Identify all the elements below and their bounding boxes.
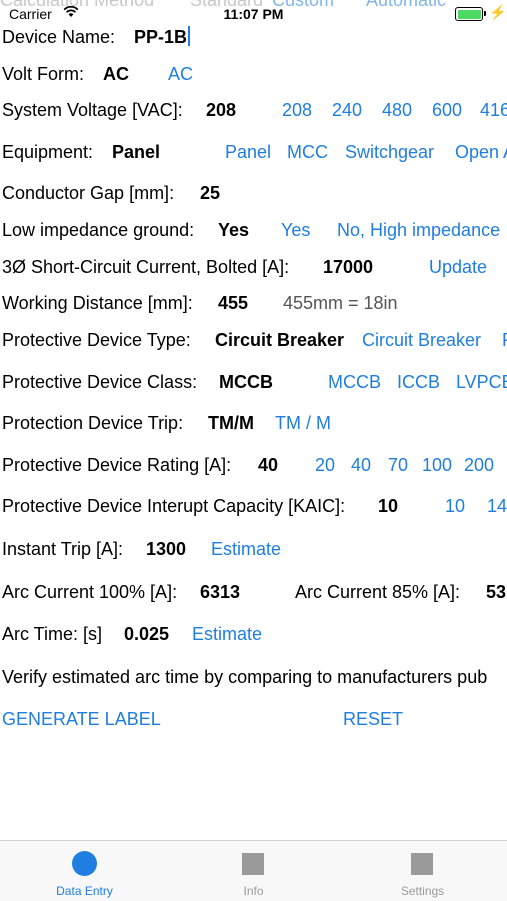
ground-option-no-high-impedance[interactable]: No, High impedance	[337, 217, 500, 243]
rating-option-100[interactable]: 100	[422, 452, 452, 478]
ground-option-yes[interactable]: Yes	[281, 217, 310, 243]
low-impedance-ground-label: Low impedance ground:	[2, 220, 195, 240]
tab-data-entry[interactable]: Data Entry	[0, 841, 169, 901]
arc-current-85-value: 53	[486, 582, 507, 602]
equipment-value: Panel	[112, 142, 161, 162]
device-class-option-mccb[interactable]: MCCB	[328, 369, 381, 395]
device-rating-label: Protective Device Rating [A]:	[2, 455, 232, 475]
volt-form-option-ac[interactable]: AC	[168, 61, 193, 87]
instant-trip-label: Instant Trip [A]:	[2, 539, 124, 559]
tab-info-label: Info	[243, 884, 264, 898]
rating-option-40[interactable]: 40	[351, 452, 371, 478]
low-impedance-ground-value: Yes	[218, 220, 250, 240]
rating-option-200[interactable]: 200	[464, 452, 494, 478]
device-class-value: MCCB	[219, 372, 273, 392]
short-circuit-update-button[interactable]: Update	[429, 254, 487, 280]
volt-form-value: AC	[103, 64, 129, 84]
equipment-option-switchgear[interactable]: Switchgear	[345, 139, 434, 165]
circle-icon	[72, 851, 97, 876]
equipment-option-mcc[interactable]: MCC	[287, 139, 328, 165]
equipment-option-open-air[interactable]: Open A	[455, 139, 507, 165]
device-class-option-lvpcb[interactable]: LVPCB	[456, 369, 507, 395]
square-icon	[242, 853, 264, 875]
kaic-option-14[interactable]: 14	[487, 493, 507, 519]
arc-current-100-value: 6313	[200, 582, 241, 602]
battery-icon: ⚡	[455, 4, 506, 21]
voltage-option-240[interactable]: 240	[332, 97, 362, 123]
generate-label-button[interactable]: GENERATE LABEL	[2, 706, 161, 732]
arc-time-estimate-button[interactable]: Estimate	[192, 621, 262, 647]
voltage-option-480[interactable]: 480	[382, 97, 412, 123]
arc-time-label: Arc Time: [s]	[2, 624, 103, 644]
volt-form-label: Volt Form:	[2, 64, 85, 84]
system-voltage-value: 208	[206, 100, 237, 120]
device-type-value: Circuit Breaker	[215, 330, 345, 350]
text-cursor	[188, 26, 191, 46]
device-trip-label: Protection Device Trip:	[2, 413, 184, 433]
interrupt-capacity-label: Protective Device Interupt Capacity [KAI…	[2, 496, 346, 516]
interrupt-capacity-value: 10	[378, 496, 399, 516]
kaic-option-10[interactable]: 10	[445, 493, 465, 519]
device-name-input[interactable]: PP-1B	[134, 24, 191, 50]
short-circuit-label: 3Ø Short-Circuit Current, Bolted [A]:	[2, 257, 290, 277]
arc-current-85-label: Arc Current 85% [A]:	[295, 582, 461, 602]
device-rating-value: 40	[258, 455, 279, 475]
tab-settings[interactable]: Settings	[338, 841, 507, 901]
arc-time-value[interactable]: 0.025	[124, 621, 169, 647]
working-distance-label: Working Distance [mm]:	[2, 293, 193, 313]
reset-button[interactable]: RESET	[343, 706, 403, 732]
conductor-gap-label: Conductor Gap [mm]:	[2, 183, 175, 203]
arc-current-100-label: Arc Current 100% [A]:	[2, 582, 178, 602]
rating-option-20[interactable]: 20	[315, 452, 335, 478]
system-voltage-label: System Voltage [VAC]:	[2, 100, 183, 120]
voltage-option-416[interactable]: 416	[480, 97, 507, 123]
tab-data-entry-label: Data Entry	[56, 884, 113, 898]
voltage-option-600[interactable]: 600	[432, 97, 462, 123]
working-distance-value[interactable]: 455	[218, 290, 248, 316]
working-distance-conversion: 455mm = 18in	[283, 293, 398, 313]
device-trip-option-tm-m[interactable]: TM / M	[275, 410, 331, 436]
voltage-option-208[interactable]: 208	[282, 97, 312, 123]
equipment-label: Equipment:	[2, 142, 94, 162]
device-class-option-iccb[interactable]: ICCB	[397, 369, 440, 395]
status-bar: Calculation Method Standard Custom Autom…	[0, 0, 507, 26]
square-icon	[411, 853, 433, 875]
device-type-label: Protective Device Type:	[2, 330, 191, 350]
device-class-label: Protective Device Class:	[2, 372, 198, 392]
device-name-label: Device Name:	[2, 27, 116, 47]
tab-bar: Data Entry Info Settings	[0, 840, 507, 901]
verify-note: Verify estimated arc time by comparing t…	[2, 667, 488, 687]
equipment-option-panel[interactable]: Panel	[225, 139, 271, 165]
device-trip-value: TM/M	[208, 413, 254, 433]
device-type-option-circuit-breaker[interactable]: Circuit Breaker	[362, 327, 481, 353]
tab-info[interactable]: Info	[169, 841, 338, 901]
status-time: 11:07 PM	[223, 6, 284, 22]
device-type-option-fuse[interactable]: F	[502, 327, 507, 353]
rating-option-70[interactable]: 70	[388, 452, 408, 478]
instant-trip-value[interactable]: 1300	[146, 536, 186, 562]
instant-trip-estimate-button[interactable]: Estimate	[211, 536, 281, 562]
short-circuit-value[interactable]: 17000	[323, 254, 373, 280]
tab-settings-label: Settings	[400, 884, 445, 898]
conductor-gap-value[interactable]: 25	[200, 180, 220, 206]
charging-bolt-icon: ⚡	[489, 4, 507, 20]
